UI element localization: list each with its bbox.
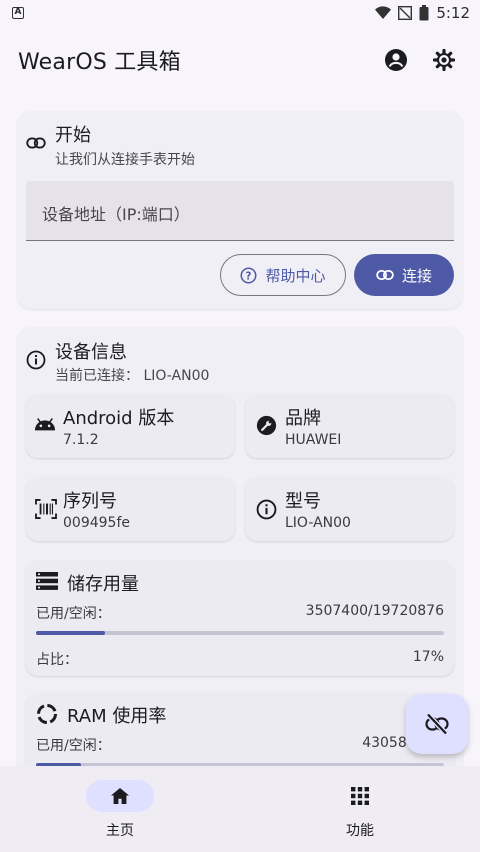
connect-card: 开始 让我们从连接手表开始 设备地址（IP:端口） ? 帮助中心 连接 xyxy=(17,111,463,309)
nav-item-home[interactable]: 主页 xyxy=(0,766,240,852)
android-version-title: Android 版本 xyxy=(63,408,175,429)
android-icon xyxy=(34,418,56,431)
gear-icon xyxy=(432,48,456,72)
help-circle-icon: ? xyxy=(240,267,257,283)
home-icon xyxy=(111,788,129,804)
bottom-nav-bar: 主页 功能 xyxy=(0,766,480,852)
model-value: LIO-AN00 xyxy=(285,515,351,531)
nav-item-functions[interactable]: 功能 xyxy=(240,766,480,852)
android-version-value: 7.1.2 xyxy=(63,432,99,448)
status-time: 5:12 xyxy=(436,4,470,22)
nav-functions-label: 功能 xyxy=(346,823,374,839)
connected-device-text: 当前已连接： LIO-AN00 xyxy=(55,368,210,384)
device-info-title: 设备信息 xyxy=(55,342,127,363)
android-version-tile: Android 版本 7.1.2 xyxy=(26,394,235,458)
serial-title: 序列号 xyxy=(63,491,117,512)
storage-ratio-label: 占比： xyxy=(36,652,78,668)
account-icon xyxy=(385,49,407,71)
storage-used-free-value: 3507400/19720876 xyxy=(305,603,444,619)
storage-used-free-label: 已用/空闲： xyxy=(36,606,111,622)
link-off-icon xyxy=(425,713,449,735)
storage-ratio-value: 17% xyxy=(412,649,444,665)
wifi-icon xyxy=(375,6,392,19)
nav-home-indicator xyxy=(86,780,154,812)
storage-title: 储存用量 xyxy=(67,574,139,595)
brand-title: 品牌 xyxy=(285,408,321,429)
serial-value: 009495fe xyxy=(63,515,130,531)
svg-text:?: ? xyxy=(246,271,252,282)
app-title: WearOS 工具箱 xyxy=(18,50,181,75)
no-signal-icon xyxy=(398,6,413,20)
serial-tile: 序列号 009495fe xyxy=(26,477,235,541)
link-icon xyxy=(376,269,394,281)
model-tile: 型号 LIO-AN00 xyxy=(245,477,454,541)
disconnect-fab[interactable] xyxy=(406,694,468,754)
battery-icon xyxy=(419,5,429,21)
brand-tile: 品牌 HUAWEI xyxy=(245,394,454,458)
connect-subtitle: 让我们从连接手表开始 xyxy=(55,152,195,168)
ram-usage-icon xyxy=(37,704,57,724)
nav-home-label: 主页 xyxy=(106,823,134,839)
barcode-icon xyxy=(35,499,57,519)
device-address-placeholder: 设备地址（IP:端口） xyxy=(42,205,190,224)
storage-progress-bar xyxy=(36,631,444,635)
ram-title: RAM 使用率 xyxy=(67,706,167,727)
notification-a-icon: A xyxy=(12,7,24,19)
apps-grid-icon xyxy=(351,787,369,805)
connect-title: 开始 xyxy=(55,125,91,146)
account-button[interactable] xyxy=(376,40,416,80)
wrench-icon xyxy=(256,415,277,436)
storage-icon xyxy=(36,572,58,590)
status-bar: A 5:12 xyxy=(0,0,480,26)
link-icon xyxy=(26,137,46,149)
info-icon xyxy=(26,350,46,370)
storage-tile: 储存用量 已用/空闲： 3507400/19720876 占比： 17% xyxy=(26,561,454,676)
nav-functions-indicator xyxy=(326,780,394,812)
connect-button[interactable]: 连接 xyxy=(354,254,454,296)
brand-value: HUAWEI xyxy=(285,432,342,448)
model-title: 型号 xyxy=(285,491,321,512)
help-center-label: 帮助中心 xyxy=(265,266,326,285)
storage-progress-fill xyxy=(36,631,106,635)
device-info-card: 设备信息 当前已连接： LIO-AN00 Android 版本 7.1.2 品牌… xyxy=(17,327,463,787)
connect-label: 连接 xyxy=(401,266,432,285)
ram-used-free-label: 已用/空闲： xyxy=(36,738,111,754)
settings-button[interactable] xyxy=(424,40,464,80)
top-app-bar: WearOS 工具箱 xyxy=(0,34,480,86)
help-center-button[interactable]: ? 帮助中心 xyxy=(220,254,346,296)
device-address-input[interactable]: 设备地址（IP:端口） xyxy=(26,181,454,241)
info-icon xyxy=(256,499,277,520)
